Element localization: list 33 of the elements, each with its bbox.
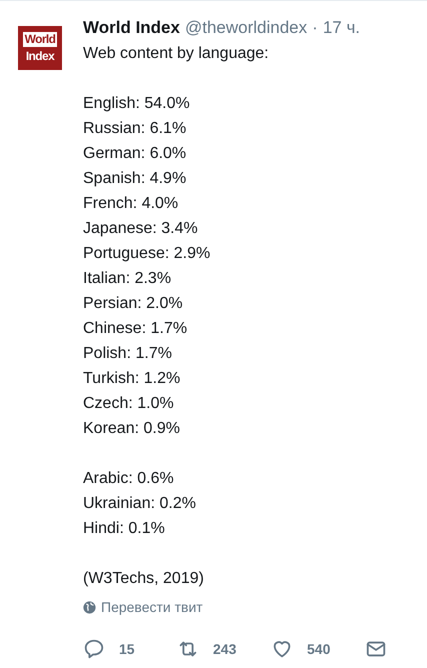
tweet-text-line: Czech: 1.0% bbox=[83, 394, 175, 414]
logo-text: Index bbox=[24, 49, 56, 64]
logo-text: World bbox=[22, 32, 58, 47]
heart-icon bbox=[271, 638, 293, 660]
tweet-text-line: Turkish: 1.2% bbox=[83, 369, 182, 389]
translate-link[interactable]: Перевести твит bbox=[83, 597, 427, 618]
author-name[interactable]: World Index bbox=[83, 17, 180, 39]
tweet-text-line: Portuguese: 2.9% bbox=[83, 244, 212, 264]
retweet-button[interactable]: 243 bbox=[177, 638, 271, 660]
author-handle[interactable]: @theworldindex bbox=[184, 17, 308, 39]
tweet-text-line: Korean: 0.9% bbox=[83, 419, 181, 439]
tweet-text-line: Italian: 2.3% bbox=[83, 269, 172, 289]
timestamp[interactable]: 17 ч. bbox=[322, 17, 360, 39]
tweet-text-line: Ukrainian: 0.2% bbox=[83, 494, 197, 514]
tweet-text-line: Web content by language: bbox=[83, 44, 270, 64]
separator-dot: · bbox=[312, 17, 318, 39]
speech-bubble-icon bbox=[83, 638, 105, 660]
tweet-text-line: Arabic: 0.6% bbox=[83, 469, 175, 489]
avatar-logo[interactable]: World Index bbox=[18, 26, 62, 70]
globe-icon bbox=[83, 601, 96, 614]
tweet-text-line: Russian: 6.1% bbox=[83, 119, 188, 139]
tweet-text-line: Spanish: 4.9% bbox=[83, 169, 188, 189]
tweet-text-line: Persian: 2.0% bbox=[83, 294, 184, 314]
tweet-text-line: English: 54.0% bbox=[83, 94, 191, 114]
tweet-text-line: French: 4.0% bbox=[83, 194, 180, 214]
tweet-text-line: Japanese: 3.4% bbox=[83, 219, 199, 239]
tweet-text-line: Chinese: 1.7% bbox=[83, 319, 188, 339]
tweet-text-line: Polish: 1.7% bbox=[83, 344, 173, 364]
reply-button[interactable]: 15 bbox=[83, 638, 177, 660]
like-button[interactable]: 540 bbox=[271, 638, 365, 660]
tweet-text-line: (W3Techs, 2019) bbox=[83, 569, 205, 589]
tweet-text-line: German: 6.0% bbox=[83, 144, 188, 164]
tweet-text-line: Hindi: 0.1% bbox=[83, 519, 166, 539]
